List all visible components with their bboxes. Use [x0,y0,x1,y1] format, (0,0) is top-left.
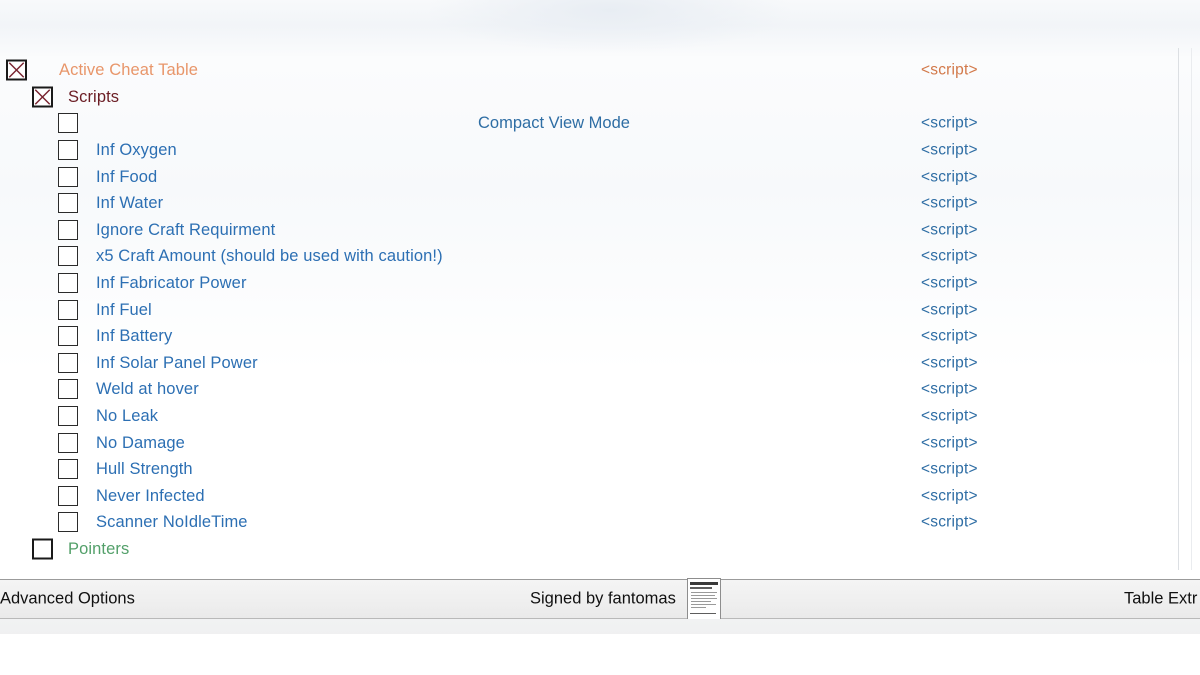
row-label: Inf Solar Panel Power [96,353,258,372]
checkbox-checked[interactable] [6,59,27,81]
row-label: x5 Craft Amount (should be used with cau… [96,247,443,266]
row-label: Scanner NoIdleTime [96,513,248,532]
advanced-options-button[interactable]: Advanced Options [0,590,135,609]
script-cell[interactable]: <script> [921,408,978,424]
table-row[interactable]: Inf Solar Panel Power <script> [0,350,1178,377]
checkbox-unchecked[interactable] [58,193,78,214]
script-cell[interactable]: <script> [921,355,978,371]
checkbox-unchecked[interactable] [58,459,78,480]
checkbox-unchecked[interactable] [58,246,78,267]
row-label: Active Cheat Table [59,61,199,80]
script-cell[interactable]: <script> [921,63,978,79]
checkbox-unchecked[interactable] [58,379,78,400]
cheat-table-window: Active Cheat Table <script> Scripts Compact… [0,0,1200,675]
table-row[interactable]: Inf Battery <script> [0,323,1178,350]
table-row[interactable]: Active Cheat Table <script> [0,57,1178,84]
checkbox-unchecked[interactable] [58,352,78,373]
script-cell[interactable]: <script> [921,116,978,132]
table-row[interactable]: Never Infected <script> [0,483,1178,510]
status-bar: Advanced Options Signed by fantomas Tabl… [0,579,1200,619]
table-row[interactable]: Inf Oxygen <script> [0,137,1178,164]
checkbox-unchecked[interactable] [58,512,78,533]
script-cell[interactable]: <script> [921,249,978,265]
row-label: No Leak [96,406,159,425]
window-top-background [0,0,1200,56]
table-row[interactable]: Inf Fabricator Power <script> [0,270,1178,297]
row-description: Compact View Mode [478,114,630,133]
table-row[interactable]: No Damage <script> [0,429,1178,456]
vertical-scrollbar-track[interactable] [1191,48,1192,570]
row-label: Hull Strength [96,459,193,478]
script-cell[interactable]: <script> [921,222,978,238]
script-cell[interactable]: <script> [921,142,978,158]
checkbox-unchecked[interactable] [58,299,78,320]
row-label: Inf Oxygen [96,140,177,159]
row-label: No Damage [96,433,185,452]
tree-pane-right-divider [1178,48,1179,570]
checkbox-unchecked[interactable] [58,406,78,427]
checkbox-unchecked[interactable] [58,485,78,506]
checkbox-unchecked[interactable] [58,166,78,187]
table-row[interactable]: Ignore Craft Requirment <script> [0,217,1178,244]
table-row[interactable]: x5 Craft Amount (should be used with cau… [0,243,1178,270]
checkbox-checked[interactable] [32,86,53,108]
row-label: Inf Food [96,167,158,186]
row-label: Inf Water [96,194,164,213]
row-label: Weld at hover [96,380,199,399]
checkbox-unchecked[interactable] [32,538,53,560]
script-cell[interactable]: <script> [921,515,978,531]
window-top-background-highlight [430,0,790,52]
row-label: Inf Battery [96,326,173,345]
checkbox-unchecked[interactable] [58,432,78,453]
cheat-table-tree[interactable]: Active Cheat Table <script> Scripts Compact… [0,57,1178,567]
row-label: Inf Fabricator Power [96,273,247,292]
certificate-thumbnail-icon [687,578,721,620]
row-label: Never Infected [96,486,205,505]
table-row[interactable]: Inf Food <script> [0,163,1178,190]
script-cell[interactable]: <script> [921,169,978,185]
window-bottom-white-area [0,634,1200,675]
checkbox-unchecked[interactable] [58,326,78,347]
row-label: Pointers [68,539,130,558]
table-row[interactable]: No Leak <script> [0,403,1178,430]
checkbox-unchecked[interactable] [58,113,78,134]
table-row[interactable]: Weld at hover <script> [0,376,1178,403]
table-extras-button[interactable]: Table Extr [1124,590,1197,609]
checkbox-unchecked[interactable] [58,219,78,240]
script-cell[interactable]: <script> [921,196,978,212]
row-label: Scripts [68,87,120,106]
script-cell[interactable]: <script> [921,461,978,477]
table-row[interactable]: Pointers [0,536,1178,563]
table-row[interactable]: Scanner NoIdleTime <script> [0,509,1178,536]
signed-by-label: Signed by fantomas [530,589,676,608]
checkbox-unchecked[interactable] [58,273,78,294]
table-row[interactable]: Inf Fuel <script> [0,296,1178,323]
script-cell[interactable]: <script> [921,302,978,318]
script-cell[interactable]: <script> [921,328,978,344]
row-label: Ignore Craft Requirment [96,220,276,239]
script-cell[interactable]: <script> [921,435,978,451]
table-row[interactable]: Scripts [0,84,1178,111]
script-cell[interactable]: <script> [921,382,978,398]
script-cell[interactable]: <script> [921,488,978,504]
table-row[interactable]: Inf Water <script> [0,190,1178,217]
script-cell[interactable]: <script> [921,275,978,291]
row-label: Inf Fuel [96,300,152,319]
table-row[interactable]: Compact View Mode <script> [0,110,1178,137]
checkbox-unchecked[interactable] [58,140,78,161]
table-row[interactable]: Hull Strength <script> [0,456,1178,483]
